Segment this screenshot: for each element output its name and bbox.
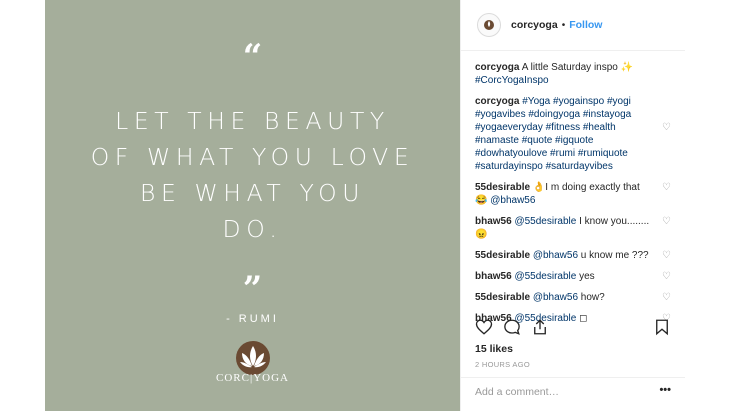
- comment-mention[interactable]: @bhaw56: [533, 250, 578, 261]
- comment-username[interactable]: 55desirable: [475, 250, 530, 261]
- like-comment-heart-icon[interactable]: ♡: [662, 291, 671, 304]
- comment-text: how?: [580, 292, 605, 303]
- comment-mention[interactable]: @55desirable: [514, 271, 576, 282]
- avatar-logo-icon: [484, 20, 494, 30]
- post-header: corcyoga • Follow: [461, 0, 685, 51]
- heart-icon[interactable]: [475, 318, 493, 336]
- like-comment-heart-icon[interactable]: ♡: [662, 181, 671, 194]
- comment-item: 55desirable @bhaw56 u know me ??? ♡: [475, 249, 671, 262]
- follow-button[interactable]: Follow: [569, 19, 602, 31]
- quote-line: DO.: [222, 215, 283, 243]
- bookmark-icon[interactable]: [653, 318, 671, 336]
- quote-line: OF WHAT YOU LOVE: [90, 143, 415, 171]
- comment-item: bhaw56 @55desirable yes ♡: [475, 270, 671, 283]
- comment-mention[interactable]: @bhaw56: [533, 292, 578, 303]
- comment-mention[interactable]: @55desirable: [514, 216, 576, 227]
- comment-username[interactable]: bhaw56: [475, 216, 512, 227]
- logo-wordmark: CORC|YOGA: [216, 372, 289, 384]
- quote-line: LET THE BEAUTY: [115, 107, 390, 135]
- comment-text: A little Saturday inspo ✨: [521, 62, 634, 73]
- instagram-post: “ LET THE BEAUTY OF WHAT YOU LOVE BE WHA…: [45, 0, 685, 411]
- comment-mention[interactable]: @bhaw56: [490, 195, 535, 206]
- action-bar: [475, 318, 671, 336]
- quote-author: - RUMI: [226, 313, 279, 325]
- more-options-icon[interactable]: •••: [659, 384, 671, 396]
- post-photo: “ LET THE BEAUTY OF WHAT YOU LOVE BE WHA…: [45, 0, 460, 411]
- comment-hashtags[interactable]: #Yoga #yogainspo #yogi #yogavibes #doing…: [475, 96, 631, 172]
- quote-text: LET THE BEAUTY OF WHAT YOU LOVE BE WHAT …: [45, 103, 460, 247]
- comment-text: u know me ???: [580, 250, 649, 261]
- comments-list: corcyoga A little Saturday inspo ✨ #Corc…: [461, 51, 685, 325]
- comment-username[interactable]: 55desirable: [475, 292, 530, 303]
- close-quote-mark: ”: [242, 269, 263, 309]
- likes-count[interactable]: 15 likes: [475, 343, 513, 355]
- avatar[interactable]: [477, 13, 501, 37]
- like-comment-heart-icon[interactable]: ♡: [662, 215, 671, 228]
- header-separator: •: [561, 19, 566, 31]
- open-quote-mark: “: [242, 37, 263, 77]
- comment-username[interactable]: corcyoga: [475, 62, 519, 73]
- quote-line: BE WHAT YOU: [139, 179, 366, 207]
- comment-item: corcyoga A little Saturday inspo ✨ #Corc…: [475, 61, 671, 87]
- like-comment-heart-icon[interactable]: ♡: [662, 270, 671, 283]
- comment-username[interactable]: corcyoga: [475, 96, 519, 107]
- comment-icon[interactable]: [503, 318, 521, 336]
- comment-text: yes: [579, 271, 595, 282]
- like-comment-heart-icon[interactable]: ♡: [662, 249, 671, 262]
- post-timestamp: 2 HOURS AGO: [475, 360, 530, 369]
- comment-item: 55desirable @bhaw56 how? ♡: [475, 291, 671, 304]
- comment-item: 55desirable 👌I m doing exactly that😂 @bh…: [475, 181, 671, 207]
- share-icon[interactable]: [531, 318, 549, 336]
- comment-item: corcyoga #Yoga #yogainspo #yogi #yogavib…: [475, 95, 671, 173]
- comment-item: bhaw56 @55desirable I know you........ 😠…: [475, 215, 671, 241]
- add-comment-bar: Add a comment… •••: [461, 377, 685, 412]
- comment-username[interactable]: bhaw56: [475, 271, 512, 282]
- lotus-logo-icon: [236, 341, 270, 375]
- add-comment-input[interactable]: Add a comment…: [475, 386, 559, 398]
- like-comment-heart-icon[interactable]: ♡: [662, 121, 671, 134]
- post-sidebar: corcyoga • Follow corcyoga A little Satu…: [460, 0, 685, 411]
- header-username[interactable]: corcyoga: [511, 19, 558, 31]
- comment-hashtag[interactable]: #CorcYogaInspo: [475, 75, 549, 86]
- comment-username[interactable]: 55desirable: [475, 182, 530, 193]
